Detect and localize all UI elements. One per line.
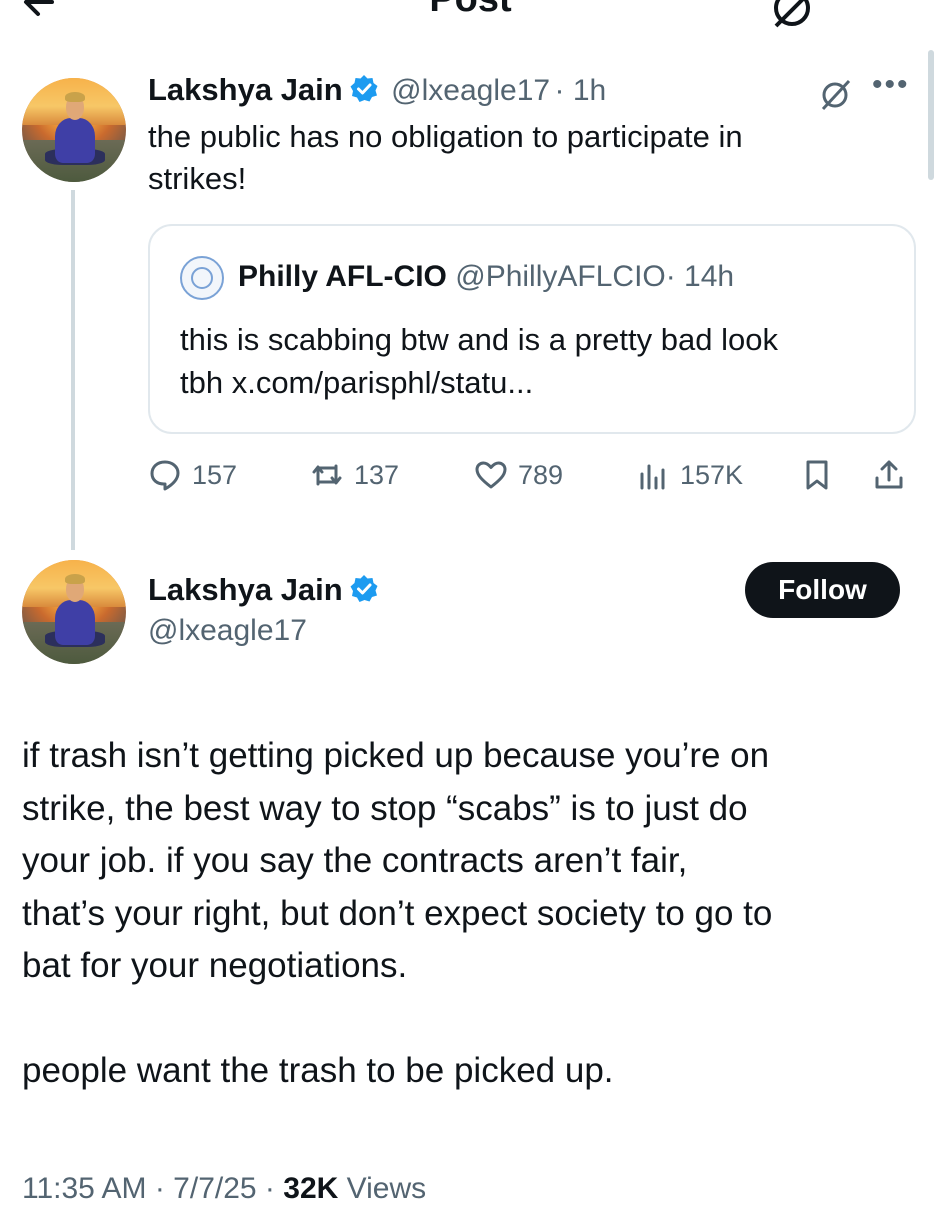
scrollbar[interactable] (928, 50, 934, 180)
follow-button[interactable]: Follow (745, 562, 900, 618)
share-icon (875, 460, 903, 489)
post-text: the public has no obligation to particip… (148, 116, 908, 200)
main-post-line: that’s your right, but don’t expect soci… (22, 893, 773, 933)
views-label: Views (338, 1172, 427, 1205)
quoted-handle: @PhillyAFLCIO (455, 260, 666, 293)
views-button[interactable]: 157K (636, 458, 743, 492)
quoted-author-name: Philly AFL-CIO (238, 260, 447, 293)
author-name[interactable]: Lakshya Jain (148, 572, 343, 607)
share-button[interactable] (872, 458, 906, 492)
grok-icon[interactable] (818, 78, 852, 117)
more-icon[interactable]: ••• (872, 68, 910, 102)
quoted-text-line: tbh x.com/parisphl/statu... (180, 365, 534, 401)
avatar[interactable] (22, 560, 126, 664)
main-post-line: your job. if you say the contracts aren’… (22, 841, 688, 880)
main-post-text: if trash isn’t getting picked up because… (22, 730, 922, 1097)
handle[interactable]: @lxeagle17 (391, 74, 550, 107)
avatar[interactable] (22, 78, 126, 182)
like-button[interactable]: 789 (474, 458, 563, 492)
reply-count: 157 (192, 459, 238, 490)
quoted-timestamp: · 14h (665, 260, 735, 293)
handle[interactable]: @lxeagle17 (148, 614, 307, 648)
repost-icon (312, 464, 342, 486)
post-header: Lakshya Jain (148, 572, 379, 608)
quoted-text: this is scabbing btw and is a pretty bad… (180, 318, 778, 405)
views-icon (640, 464, 665, 490)
main-post-line: if trash isn’t getting picked up because… (22, 736, 770, 775)
repost-count: 137 (354, 459, 400, 490)
quoted-avatar (180, 256, 224, 300)
more-icon[interactable]: ••• (850, 0, 904, 15)
timestamp[interactable]: · 1h (555, 74, 607, 107)
main-post-line: strike, the best way to stop “scabs” is … (22, 788, 748, 828)
author-name[interactable]: Lakshya Jain (148, 72, 343, 107)
verified-badge-icon (349, 74, 379, 104)
repost-button[interactable]: 137 (310, 458, 399, 492)
reply-icon (150, 460, 180, 491)
bookmark-icon (806, 460, 828, 490)
main-post-line: people want the trash to be picked up. (22, 1050, 614, 1090)
post-meta: 11:35 AM · 7/7/25 · 32K Views (22, 1172, 426, 1206)
bookmark-button[interactable] (800, 458, 834, 492)
verified-badge-icon (349, 574, 379, 604)
post-header: Lakshya Jain @lxeagle17 · 1h (148, 72, 606, 108)
like-icon (475, 461, 507, 489)
quoted-text-line: this is scabbing btw and is a pretty bad… (180, 322, 778, 357)
thread-line (71, 190, 75, 550)
quoted-post-card[interactable]: Philly AFL-CIO @PhillyAFLCIO· 14h this i… (148, 224, 916, 434)
views-count: 157K (680, 459, 744, 490)
grok-icon[interactable] (770, 0, 814, 30)
post-text-line: the public has no obligation to particip… (148, 119, 743, 154)
reply-button[interactable]: 157 (148, 458, 237, 492)
views-count: 32K (283, 1172, 339, 1205)
like-count: 789 (518, 459, 564, 490)
post-text-line: strikes! (148, 160, 247, 196)
quoted-header: Philly AFL-CIO @PhillyAFLCIO· 14h (238, 260, 734, 294)
post-time[interactable]: 11:35 AM · 7/7/25 · (22, 1172, 283, 1205)
main-post-line: bat for your negotiations. (22, 946, 408, 985)
